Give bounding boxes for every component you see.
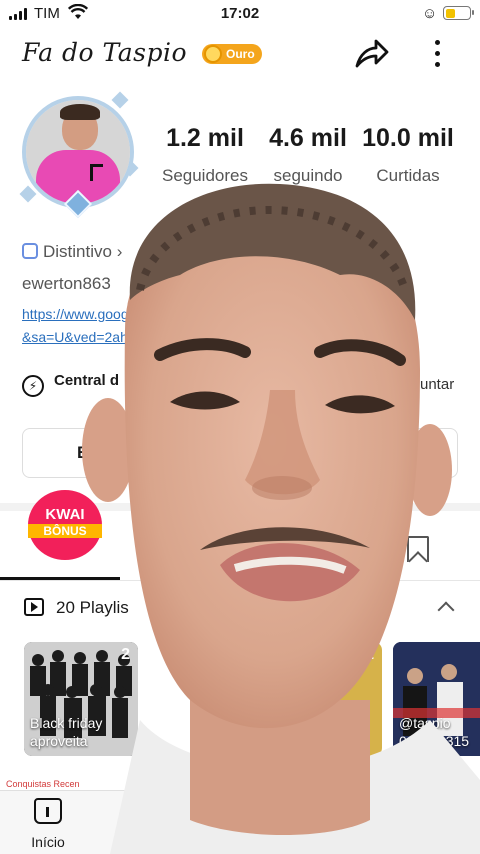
profile-title: Fa do Taspio [22, 38, 188, 67]
tab-divider [0, 580, 480, 581]
likes-count: 10.0 mil [362, 124, 454, 152]
bio-link[interactable]: https://www.googl [22, 306, 132, 322]
username: ewerton863 [22, 274, 111, 293]
status-bar: TIM 17:02 ☺ [0, 0, 480, 28]
chevron-right-icon: › [116, 242, 123, 261]
following-count: 4.6 mil [269, 124, 347, 152]
central-right-text[interactable]: untar [420, 376, 454, 393]
playlist-video-count: 2 [365, 646, 374, 663]
followers-label: Seguidores [161, 166, 248, 185]
level-badge[interactable]: Ouro [202, 44, 262, 64]
playlist-card[interactable]: 2 Black friday aproveita [24, 642, 138, 756]
following-stat[interactable]: 4.6 mil seguindo [264, 124, 352, 186]
playlist-card[interactable]: 2 [268, 642, 382, 756]
edit-profile-button[interactable]: Ed [22, 428, 458, 478]
playlist-card[interactable]: @taspio 001694315 [393, 642, 480, 756]
playlist-title: @taspio 001694315 [399, 715, 470, 749]
playlists-count-label: 20 Playlis [56, 598, 129, 617]
clock: 17:02 [220, 5, 260, 22]
followers-count: 1.2 mil [166, 124, 244, 152]
distintivo-link[interactable]: Distintivo › [22, 242, 122, 262]
nav-home[interactable]: Início [28, 798, 68, 850]
nav-home-label: Início [31, 834, 65, 850]
playlist-icon [24, 598, 44, 616]
likes-stat[interactable]: 10.0 mil Curtidas [358, 124, 458, 186]
following-label: seguindo [273, 166, 343, 185]
playlist-video-count: 2 [121, 646, 130, 663]
followers-stat[interactable]: 1.2 mil Seguidores [158, 124, 252, 186]
nav-profile-label: Perfil [414, 834, 446, 850]
avatar[interactable] [18, 91, 139, 219]
coin-icon [204, 45, 222, 63]
kwai-bonus-line2: BÔNUS [28, 524, 102, 538]
playlists-header[interactable]: 20 Playlis [24, 598, 129, 618]
bookmark-tab-icon[interactable] [407, 536, 429, 562]
central-label: Central d [54, 372, 120, 389]
battery-icon [443, 6, 474, 20]
level-badge-label: Ouro [226, 47, 255, 61]
playlist-title: Black friday aproveita [30, 715, 103, 749]
kwai-bonus-badge[interactable]: KWAI BÔNUS [28, 490, 102, 560]
badge-hexagon-icon [22, 243, 38, 259]
chevron-up-icon[interactable] [437, 601, 455, 619]
nav-profile[interactable]: Perfil [408, 800, 452, 850]
home-icon [34, 798, 62, 824]
kwai-bonus-line1: KWAI [45, 506, 85, 523]
bio-link-continued[interactable]: &sa=U&ved=2ah [22, 329, 128, 345]
achievements-strip: Conquistas Recen [0, 778, 100, 790]
screen-lock-icon: ☺ [422, 5, 438, 22]
more-options-icon[interactable] [430, 40, 444, 70]
central-link[interactable]: ⚡ Central d [22, 372, 119, 397]
lightning-icon: ⚡ [22, 375, 44, 397]
distintivo-label: Distintivo [43, 242, 112, 261]
profile-icon [418, 800, 442, 824]
share-icon[interactable] [352, 36, 390, 72]
likes-label: Curtidas [376, 166, 440, 185]
